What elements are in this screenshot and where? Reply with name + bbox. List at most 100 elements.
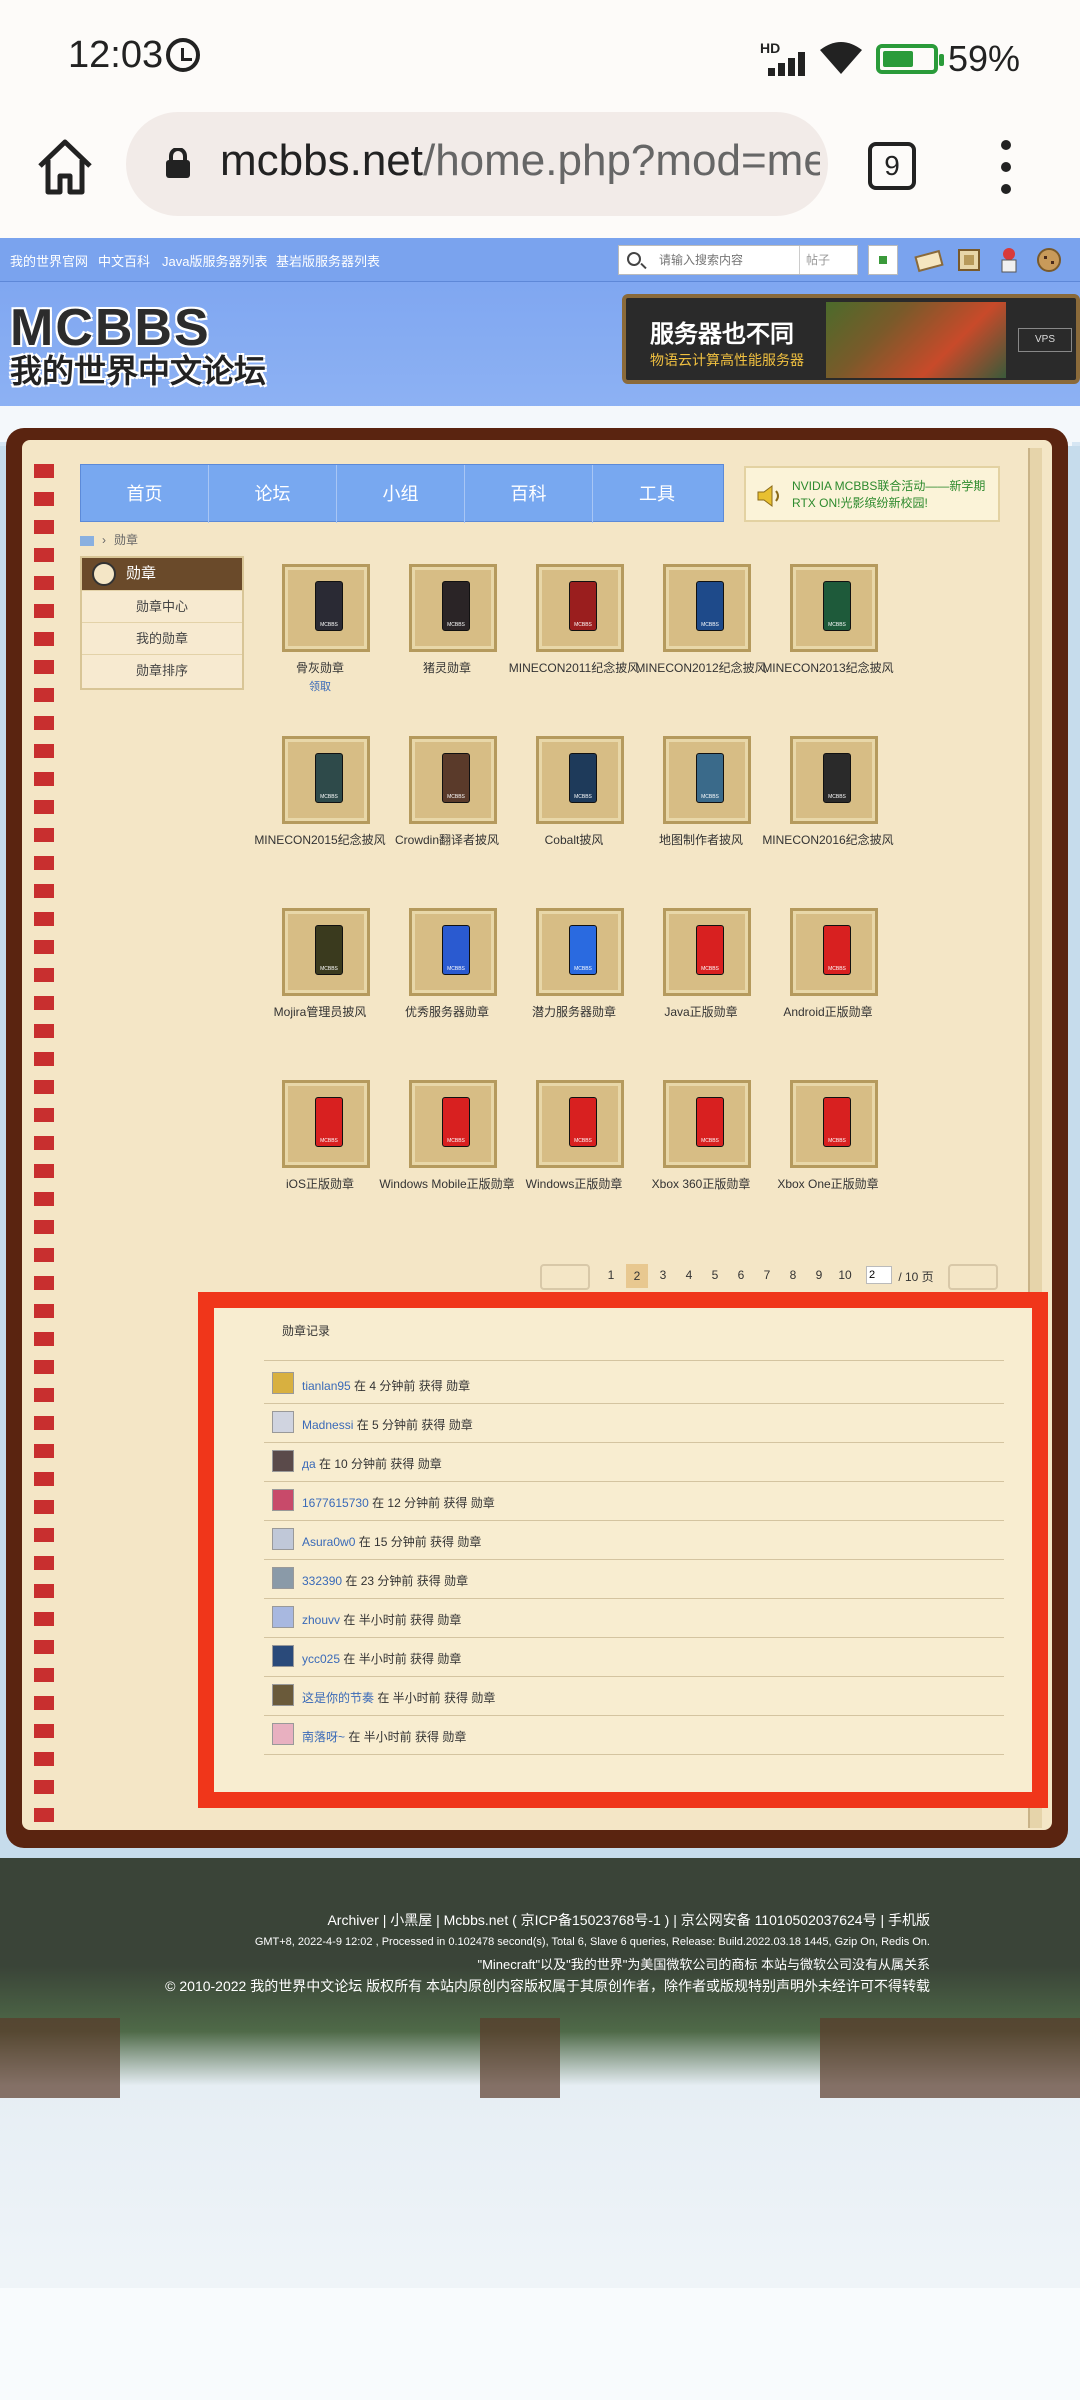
browser-menu-icon[interactable]: [996, 140, 1016, 196]
sidebar-header: 勋章: [82, 558, 242, 590]
sidebar-item-medal-ranking[interactable]: 勋章排序: [82, 654, 242, 686]
medal-item[interactable]: 猪灵勋章: [383, 564, 511, 736]
page-link[interactable]: 6: [730, 1268, 752, 1282]
record-username[interactable]: 这是你的节奏: [302, 1691, 374, 1705]
page-jump-input[interactable]: [866, 1266, 892, 1284]
medal-item[interactable]: MINECON2013纪念披风: [762, 564, 894, 736]
site-logo[interactable]: MCBBS 我的世界中文论坛: [10, 298, 266, 389]
record-username[interactable]: Asura0w0: [302, 1535, 355, 1549]
record-username[interactable]: ycc025: [302, 1652, 340, 1666]
footer-copyright: © 2010-2022 我的世界中文论坛 版权所有 本站内原创内容版权属于其原创…: [165, 1978, 930, 1994]
page-link[interactable]: 10: [834, 1268, 856, 1282]
page-link[interactable]: 5: [704, 1268, 726, 1282]
record-username[interactable]: да: [302, 1457, 316, 1471]
cookie-icon[interactable]: [1034, 246, 1064, 274]
record-divider: [264, 1481, 1004, 1482]
avatar[interactable]: [272, 1567, 294, 1589]
page-link[interactable]: 8: [782, 1268, 804, 1282]
record-text: 南落呀~ 在 半小时前 获得 勋章: [302, 1728, 466, 1745]
avatar[interactable]: [272, 1489, 294, 1511]
medal-item[interactable]: Java正版勋章: [637, 908, 765, 1080]
medal-icon: [442, 925, 470, 975]
avatar[interactable]: [272, 1606, 294, 1628]
record-username[interactable]: Madnessi: [302, 1418, 353, 1432]
record-username[interactable]: 1677615730: [302, 1496, 369, 1510]
medal-item[interactable]: 骨灰勋章领取: [256, 564, 384, 736]
notice-banner[interactable]: NVIDIA MCBBS联合活动——新学期 RTX ON!光影缤纷新校园!: [744, 466, 1000, 522]
page-link[interactable]: 1: [600, 1268, 622, 1282]
medal-item[interactable]: MINECON2011纪念披风: [509, 564, 639, 736]
nav-home[interactable]: 首页: [81, 465, 209, 523]
breadcrumb-home-icon[interactable]: [80, 535, 94, 546]
medal-item[interactable]: 地图制作者披风: [637, 736, 765, 908]
medal-item[interactable]: iOS正版勋章: [256, 1080, 384, 1252]
medal-item[interactable]: Xbox One正版勋章: [764, 1080, 892, 1252]
medal-item[interactable]: Xbox 360正版勋章: [637, 1080, 765, 1252]
avatar[interactable]: [272, 1645, 294, 1667]
nav-forum[interactable]: 论坛: [209, 465, 337, 523]
medal-name: Windows Mobile正版勋章: [379, 1177, 515, 1191]
block-icon[interactable]: [954, 246, 984, 274]
page-link[interactable]: 3: [652, 1268, 674, 1282]
nav-tools[interactable]: 工具: [593, 465, 721, 523]
url-bar[interactable]: mcbbs.net/home.php?mod=me: [126, 112, 828, 216]
record-divider: [264, 1676, 1004, 1677]
home-icon[interactable]: [34, 136, 96, 198]
medal-name: 潜力服务器勋章: [531, 1005, 616, 1019]
ad-banner[interactable]: 服务器也不同 物语云计算高性能服务器 VPS: [622, 294, 1080, 384]
breadcrumb-current[interactable]: 勋章: [114, 533, 138, 547]
footer-links[interactable]: Archiver | 小黑屋 | Mcbbs.net ( 京ICP备150237…: [327, 1910, 930, 1930]
nav-groups[interactable]: 小组: [337, 465, 465, 523]
medal-frame: [663, 736, 751, 824]
medal-item[interactable]: Cobalt披风: [510, 736, 638, 908]
medal-item[interactable]: MINECON2015纪念披风: [254, 736, 386, 908]
avatar[interactable]: [272, 1723, 294, 1745]
sidebar-item-my-medals[interactable]: 我的勋章: [82, 622, 242, 654]
medal-item[interactable]: Windows正版勋章: [510, 1080, 638, 1252]
topnav-link-java-servers[interactable]: Java版服务器列表: [162, 251, 267, 270]
search-scope-select[interactable]: 帖子: [799, 246, 857, 274]
search-input[interactable]: [659, 250, 789, 270]
medal-item[interactable]: Android正版勋章: [764, 908, 892, 1080]
nav-wiki[interactable]: 百科: [465, 465, 593, 523]
medal-claim-link[interactable]: 领取: [256, 678, 384, 694]
record-divider: [264, 1754, 1004, 1755]
record-username[interactable]: 332390: [302, 1574, 342, 1588]
prev-page-button[interactable]: [540, 1264, 590, 1290]
page-link[interactable]: 7: [756, 1268, 778, 1282]
topnav-link-bedrock-servers[interactable]: 基岩版服务器列表: [276, 251, 380, 270]
medal-item[interactable]: MINECON2016纪念披风: [762, 736, 894, 908]
record-username[interactable]: zhouvv: [302, 1613, 340, 1627]
record-username[interactable]: 南落呀~: [302, 1730, 345, 1744]
next-page-button[interactable]: [948, 1264, 998, 1290]
medal-item[interactable]: 优秀服务器勋章: [383, 908, 511, 1080]
avatar[interactable]: [272, 1450, 294, 1472]
page-link[interactable]: 9: [808, 1268, 830, 1282]
mail-icon[interactable]: [914, 246, 944, 274]
topnav-link-official[interactable]: 我的世界官网: [10, 251, 88, 270]
medal-icon: [823, 925, 851, 975]
search-submit-button[interactable]: [868, 245, 898, 275]
topnav-link-wiki[interactable]: 中文百科: [98, 251, 150, 270]
medal-item[interactable]: Crowdin翻译者披风: [383, 736, 511, 908]
page-link[interactable]: 4: [678, 1268, 700, 1282]
medal-icon: [823, 753, 851, 803]
speaker-icon: [757, 485, 779, 507]
page-current[interactable]: 2: [626, 1264, 648, 1288]
medal-item[interactable]: MINECON2012纪念披风: [635, 564, 767, 736]
medal-name: Crowdin翻译者披风: [394, 833, 500, 847]
avatar[interactable]: [272, 1372, 294, 1394]
potion-icon[interactable]: [994, 246, 1024, 274]
avatar[interactable]: [272, 1528, 294, 1550]
avatar[interactable]: [272, 1411, 294, 1433]
medal-item[interactable]: Mojira管理员披风: [256, 908, 384, 1080]
medal-item[interactable]: Windows Mobile正版勋章: [379, 1080, 515, 1252]
status-time: 12:03: [68, 34, 164, 76]
sidebar-item-medal-center[interactable]: 勋章中心: [82, 590, 242, 622]
record-username[interactable]: tianlan95: [302, 1379, 351, 1393]
medal-item[interactable]: 潜力服务器勋章: [510, 908, 638, 1080]
record-action: 在 半小时前 获得 勋章: [340, 1613, 462, 1627]
avatar[interactable]: [272, 1684, 294, 1706]
tab-switcher-button[interactable]: 9: [868, 142, 916, 190]
record-text: tianlan95 在 4 分钟前 获得 勋章: [302, 1377, 470, 1394]
